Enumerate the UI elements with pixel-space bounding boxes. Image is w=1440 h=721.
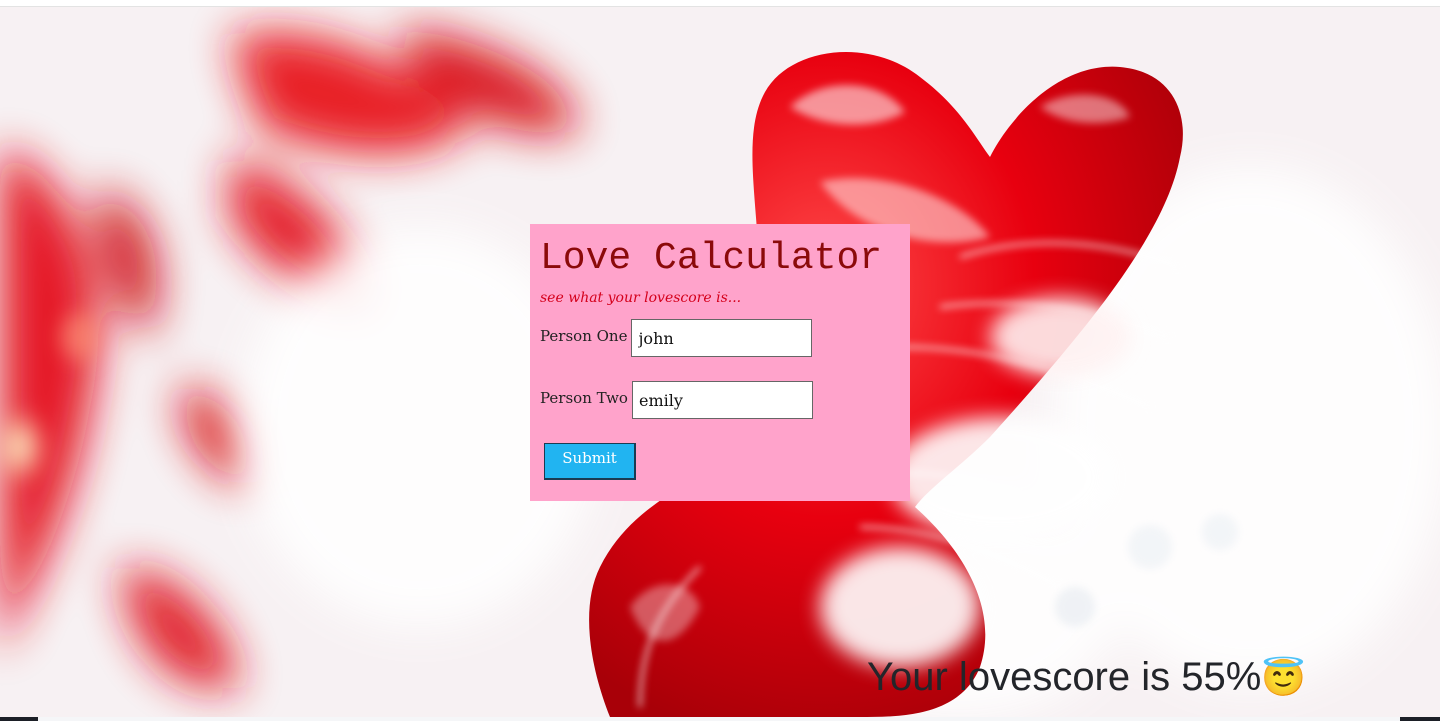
person-two-row: Person Two <box>540 381 900 419</box>
bottom-bar-highlight <box>38 717 1400 721</box>
person-two-label: Person Two <box>540 389 628 407</box>
love-calculator-card: Love Calculator see what your lovescore … <box>530 224 910 501</box>
card-subtitle: see what your lovescore is... <box>540 290 742 306</box>
smiling-halo-emoji-icon: 😇 <box>1261 657 1307 698</box>
lovescore-text: Your lovescore is 55% <box>867 655 1262 699</box>
submit-button[interactable]: Submit <box>544 443 636 480</box>
person-one-input[interactable] <box>631 319 813 357</box>
person-one-row: Person One <box>540 319 900 357</box>
top-border <box>0 0 1440 7</box>
lovescore-result: Your lovescore is 55%😇 <box>867 652 1306 703</box>
card-title: Love Calculator <box>540 237 883 280</box>
page: Love Calculator see what your lovescore … <box>0 0 1440 721</box>
person-two-input[interactable] <box>631 381 813 419</box>
person-one-label: Person One <box>540 327 628 345</box>
